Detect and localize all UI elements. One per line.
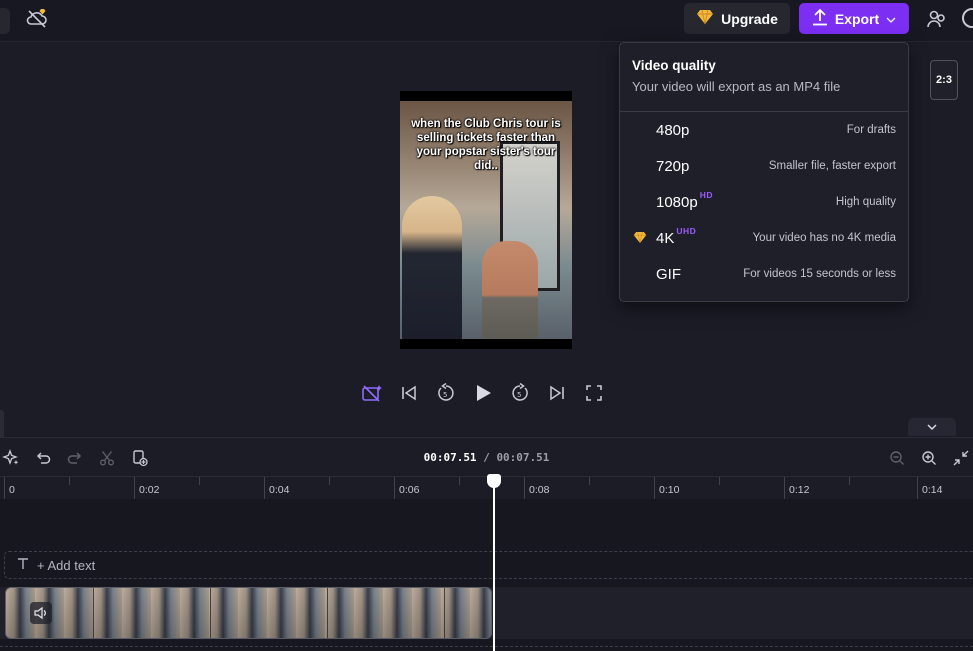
chevron-down-icon <box>926 418 938 436</box>
ruler-minor-tick <box>719 477 720 485</box>
quality-option-720p[interactable]: 720p Smaller file, faster export <box>620 148 908 184</box>
ruler-label: 0:04 <box>269 484 290 496</box>
ruler-label: 0:12 <box>789 484 810 496</box>
video-caption: when the Club Chris tour is selling tick… <box>411 118 561 172</box>
ruler-minor-tick <box>329 477 330 485</box>
ruler-tick <box>4 477 5 499</box>
option-label: 720p <box>656 157 690 175</box>
menu-title: Video quality <box>632 58 716 73</box>
playhead-line <box>493 482 495 651</box>
ruler-tick <box>394 477 395 499</box>
video-preview[interactable]: when the Club Chris tour is selling tick… <box>400 91 572 349</box>
ruler-tick <box>784 477 785 499</box>
svg-text:5: 5 <box>517 391 521 399</box>
export-label: Export <box>834 10 880 27</box>
option-desc: For drafts <box>846 124 896 136</box>
speaker-icon[interactable] <box>30 602 52 624</box>
gem-icon <box>633 231 647 244</box>
timecode: 00:07.51 / 00:07.51 <box>0 451 973 464</box>
ruler-tick <box>134 477 135 499</box>
fullscreen-icon[interactable] <box>582 381 606 405</box>
clip-thumbnails <box>6 588 491 638</box>
ruler-tick <box>264 477 265 499</box>
ruler-label: 0:10 <box>659 484 680 496</box>
ruler-tick <box>524 477 525 499</box>
option-label: GIF <box>656 265 681 283</box>
option-label: 480p <box>656 121 690 139</box>
cloud-off-icon[interactable] <box>24 6 50 32</box>
forward-5-icon[interactable]: 5 <box>508 381 532 405</box>
option-label: 4K <box>656 229 675 247</box>
play-icon[interactable] <box>471 381 495 405</box>
option-desc: High quality <box>835 196 896 208</box>
upload-arrow-icon <box>812 8 828 29</box>
magic-camera-icon[interactable] <box>360 381 384 405</box>
video-clip[interactable] <box>5 587 492 639</box>
gem-icon <box>696 9 714 28</box>
uhd-badge: UHD <box>676 226 697 236</box>
quality-option-480p[interactable]: 480p For drafts <box>620 112 908 148</box>
ruler-minor-tick <box>69 477 70 485</box>
hd-badge: HD <box>699 190 713 200</box>
ruler-minor-tick <box>849 477 850 485</box>
text-icon <box>17 557 29 573</box>
ruler-label: 0:02 <box>139 484 160 496</box>
help-icon[interactable] <box>962 8 973 28</box>
clip-divider <box>327 588 328 638</box>
menu-header: Video quality Your video will export as … <box>620 43 908 112</box>
timeline-toolbar: 00:07.51 / 00:07.51 <box>0 437 973 477</box>
ruler-minor-tick <box>199 477 200 485</box>
ruler-label: 0:06 <box>399 484 420 496</box>
top-bar: Upgrade Export <box>0 0 973 42</box>
fit-timeline-icon[interactable] <box>950 447 972 469</box>
ruler-label: 0 <box>9 484 15 496</box>
quality-option-4k[interactable]: 4K UHD Your video has no 4K media <box>620 220 908 256</box>
zoom-in-icon[interactable] <box>918 447 940 469</box>
people-icon[interactable] <box>926 8 948 30</box>
option-desc: Smaller file, faster export <box>768 160 896 172</box>
track-drop-zone <box>0 646 973 647</box>
skip-back-icon[interactable] <box>397 381 421 405</box>
add-text-track[interactable]: + Add text <box>4 551 973 579</box>
current-time: 00:07.51 <box>423 451 477 464</box>
video-frame-image: when the Club Chris tour is selling tick… <box>400 101 572 339</box>
ruler-label: 0:14 <box>922 484 943 496</box>
rewind-5-icon[interactable]: 5 <box>434 381 458 405</box>
svg-text:5: 5 <box>443 391 447 399</box>
ruler-minor-tick <box>589 477 590 485</box>
clip-divider <box>93 588 94 638</box>
timeline-tracks: + Add text <box>0 499 973 651</box>
player-controls: 5 5 <box>360 380 610 406</box>
video-person-right <box>482 241 538 339</box>
project-name-stub[interactable] <box>0 8 10 34</box>
ruler-tick <box>917 477 918 499</box>
clip-divider <box>444 588 445 638</box>
ruler-tick <box>654 477 655 499</box>
option-desc: For videos 15 seconds or less <box>743 268 896 280</box>
collapse-timeline-button[interactable] <box>908 418 956 436</box>
playhead-handle[interactable] <box>487 474 501 488</box>
quality-option-gif[interactable]: GIF For videos 15 seconds or less <box>620 256 908 292</box>
ruler-minor-tick <box>459 477 460 485</box>
menu-subtitle: Your video will export as an MP4 file <box>632 79 841 94</box>
zoom-out-icon[interactable] <box>886 447 908 469</box>
skip-forward-icon[interactable] <box>545 381 569 405</box>
clip-divider <box>210 588 211 638</box>
option-desc: Your video has no 4K media <box>752 232 896 244</box>
aspect-ratio-button[interactable]: 2:3 <box>930 60 958 100</box>
total-time: 00:07.51 <box>496 451 550 464</box>
add-text-label: + Add text <box>37 557 96 573</box>
option-label: 1080p <box>656 193 698 211</box>
export-quality-menu: Video quality Your video will export as … <box>619 42 909 302</box>
upgrade-button[interactable]: Upgrade <box>684 3 790 34</box>
ruler-label: 0:08 <box>529 484 550 496</box>
video-person-left <box>402 196 462 339</box>
chevron-down-icon <box>886 11 896 27</box>
export-button[interactable]: Export <box>799 3 909 34</box>
upgrade-label: Upgrade <box>721 10 778 27</box>
time-separator: / <box>483 451 490 464</box>
quality-option-1080p[interactable]: 1080p HD High quality <box>620 184 908 220</box>
